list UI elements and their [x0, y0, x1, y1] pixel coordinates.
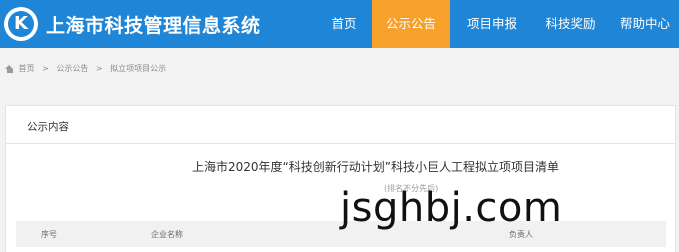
logo-letter: K — [14, 13, 28, 34]
logo-circle: K — [8, 11, 34, 37]
nav-tech-awards[interactable]: 科技奖励 — [533, 0, 608, 48]
nav-project-application[interactable]: 项目申报 — [454, 0, 530, 48]
panel-header: 公示内容 — [6, 106, 675, 144]
panel-title: 公示内容 — [27, 121, 69, 133]
nav-home[interactable]: 首页 — [318, 0, 370, 48]
document-title: 上海市2020年度“科技创新行动计划”科技小巨人工程拟立项项目清单 — [192, 160, 559, 174]
site-logo[interactable]: K — [4, 7, 38, 41]
column-header-company: 企业名称 — [151, 230, 183, 239]
breadcrumb-home[interactable]: 首页 — [19, 63, 35, 74]
breadcrumb: 首页 > 公示公告 > 拟立项项目公示 — [5, 63, 166, 74]
nav-announcements[interactable]: 公示公告 — [372, 0, 450, 48]
nav-help-center[interactable]: 帮助中心 — [611, 0, 679, 48]
breadcrumb-current: 拟立项项目公示 — [110, 64, 167, 73]
breadcrumb-separator: > — [42, 64, 49, 73]
column-header-index: 序号 — [41, 230, 57, 239]
site-header: K 上海市科技管理信息系统 首页 公示公告 项目申报 科技奖励 帮助中心 — [0, 0, 679, 48]
site-title[interactable]: 上海市科技管理信息系统 — [46, 11, 261, 38]
watermark-text: jsghbj.com — [340, 185, 563, 231]
home-icon — [5, 64, 14, 73]
breadcrumb-announcements[interactable]: 公示公告 — [56, 63, 88, 74]
breadcrumb-separator: > — [95, 64, 103, 73]
